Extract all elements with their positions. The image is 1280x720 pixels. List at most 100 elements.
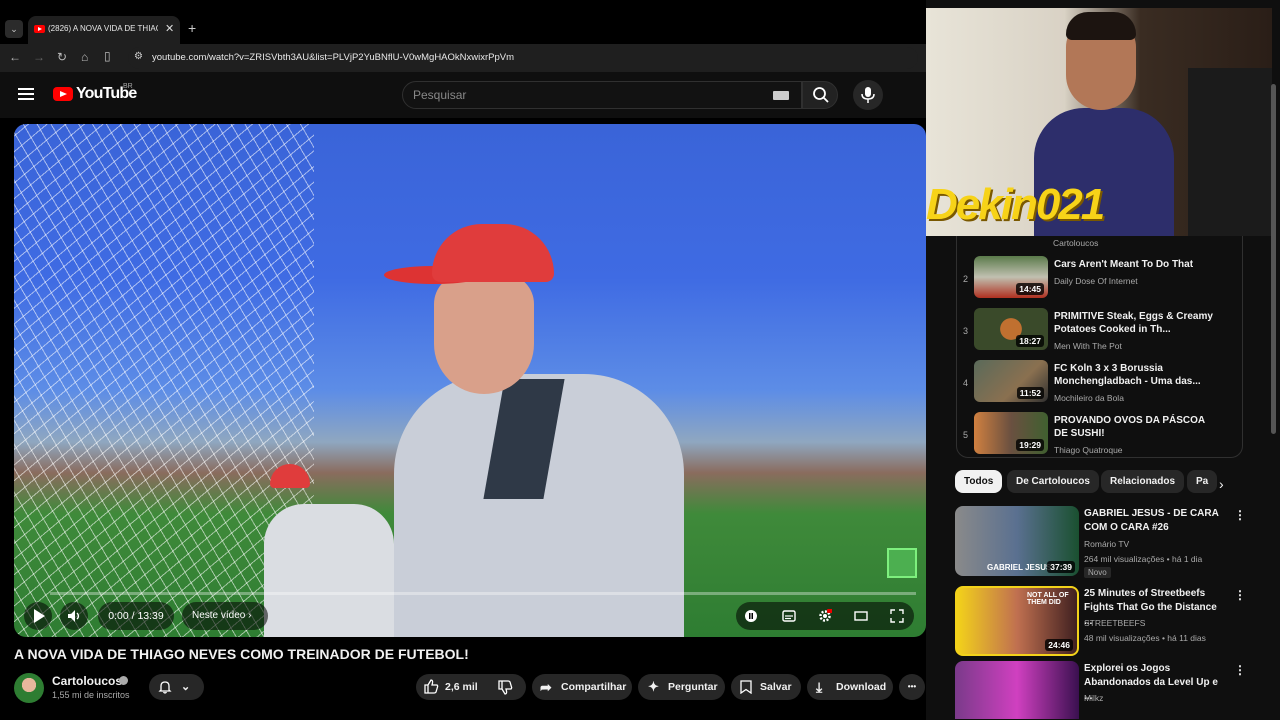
page-scrollbar[interactable] [1271,84,1276,434]
search-input[interactable] [413,86,753,104]
playlist-item-title[interactable]: Cars Aren't Meant To Do That [1054,258,1214,271]
streamer-webcam-overlay: Dekin021 [926,8,1272,236]
playlist-item[interactable]: 3 18:27 PRIMITIVE Steak, Eggs & Creamy P… [957,308,1244,356]
recommendation-channel[interactable]: STREETBEEFS [1084,618,1145,628]
recommendation-item[interactable]: Explorei os Jogos Abandonados da Level U… [955,661,1245,719]
verified-badge-icon [119,676,128,685]
playlist-item[interactable]: 2 14:45 Cars Aren't Meant To Do That Dai… [957,256,1244,304]
playlist-item-index: 5 [963,430,969,440]
keyboard-icon[interactable] [773,91,789,100]
playlist-item-title[interactable]: FC Koln 3 x 3 Borussia Monchengladbach -… [1054,362,1214,388]
chip-relacionados[interactable]: Relacionados [1101,470,1185,493]
playlist-thumbnail[interactable]: 18:27 [974,308,1048,350]
recommendation-thumbnail[interactable]: NOT ALL OF THEM DID 24:46 [955,586,1079,656]
playlist-item-channel: Mochileiro da Bola [1054,393,1124,403]
chapter-button[interactable]: Neste vídeo › [182,602,268,630]
playlist-item-index: 3 [963,326,969,336]
ask-label: Perguntar [668,681,718,693]
notifications-button[interactable]: ⌄ [149,674,204,700]
share-label: Compartilhar [561,681,627,693]
chip-partial[interactable]: Pa [1187,470,1218,493]
chips-next-arrow-icon[interactable]: › [1219,476,1224,492]
volume-button[interactable] [60,602,88,630]
time-display: 0:00 / 13:39 [98,602,174,630]
recommendation-thumbnail[interactable]: GABRIEL JESUS 37:39 [955,506,1079,576]
home-icon[interactable]: ⌂ [81,50,88,64]
subtitles-icon[interactable] [782,609,796,623]
browser-toolbar: ← → ↻ ⌂ ▯ ⚙ youtube.com/watch?v=ZRISVbth… [0,44,926,72]
duration-badge: 18:27 [1016,335,1044,347]
recommendation-channel[interactable]: Milkz [1084,693,1103,703]
chip-de-cartoloucos[interactable]: De Cartoloucos [1007,470,1099,493]
youtube-header: YouTube BR [0,72,926,118]
player-right-controls [736,602,914,630]
microphone-icon [861,87,875,103]
site-info-icon[interactable]: ⚙ [134,51,143,62]
browser-tab[interactable]: (2826) A NOVA VIDA DE THIAGO NEVES ✕ [28,16,180,44]
share-button[interactable]: ➦ Compartilhar [532,674,632,700]
sparkle-icon: ✦ [648,679,659,694]
recommendation-thumbnail[interactable] [955,661,1079,719]
side-panel-icon[interactable]: ▯ [104,49,111,63]
playlist-thumbnail[interactable]: 14:45 [974,256,1048,298]
duration-badge: 37:39 [1047,561,1075,573]
thumbs-down-icon[interactable] [498,680,513,695]
video-player[interactable]: 0:00 / 13:39 Neste vídeo › [14,124,926,637]
like-button[interactable]: 2,6 mil [424,674,490,700]
playlist-item-title[interactable]: PROVANDO OVOS DA PÁSCOA DE SUSHI! [1054,414,1214,440]
address-bar[interactable]: ⚙ youtube.com/watch?v=ZRISVbth3AU&list=P… [128,47,918,69]
download-button[interactable]: ⤓ Download [807,674,893,700]
playlist-thumbnail[interactable]: 11:52 [974,360,1048,402]
chevron-down-icon: ⌄ [181,681,191,693]
fullscreen-icon[interactable] [890,609,904,623]
playlist-item[interactable]: 4 11:52 FC Koln 3 x 3 Borussia Monchengl… [957,360,1244,408]
recommendation-title[interactable]: Explorei os Jogos Abandonados da Level U… [1084,662,1224,704]
autoplay-toggle-icon[interactable] [744,609,758,623]
duration-badge: 24:46 [1045,639,1073,651]
new-tab-button[interactable]: + [188,20,196,36]
reload-icon[interactable]: ↻ [57,50,67,64]
new-badge: Novo [1084,567,1111,578]
playlist-thumbnail[interactable]: 19:29 [974,412,1048,454]
streamer-logo: Dekin021 [926,180,1105,229]
recommendation-item[interactable]: NOT ALL OF THEM DID 24:46 25 Minutes of … [955,586,1246,658]
playlist-item-channel: Cartoloucos [1053,238,1099,248]
thumbnail-text: GABRIEL JESUS [987,563,1052,572]
more-options-icon[interactable]: ⋮ [1234,663,1245,677]
voice-search-button[interactable] [853,80,883,110]
youtube-logo-icon[interactable] [53,87,73,101]
more-options-icon[interactable]: ⋮ [1234,508,1246,522]
search-box [402,81,802,109]
play-button[interactable] [24,602,52,630]
recommendation-title[interactable]: GABRIEL JESUS - DE CARA COM O CARA #26 [1084,507,1224,535]
playlist-item[interactable]: 5 19:29 PROVANDO OVOS DA PÁSCOA DE SUSHI… [957,412,1244,460]
forward-arrow-icon[interactable]: → [33,50,45,64]
progress-bar[interactable] [50,592,916,595]
recommendation-item[interactable]: GABRIEL JESUS 37:39 GABRIEL JESUS - DE C… [955,506,1246,578]
duration-badge: 14:45 [1016,283,1044,295]
more-actions-button[interactable]: ••• [899,674,925,700]
channel-watermark[interactable] [887,548,917,578]
chapter-label: Neste vídeo [192,610,246,621]
playlist-panel: Cartoloucos 2 14:45 Cars Aren't Meant To… [956,236,1243,458]
thumbs-up-icon [424,679,439,694]
back-arrow-icon[interactable]: ← [9,50,21,64]
playlist-item-title[interactable]: PRIMITIVE Steak, Eggs & Creamy Potatoes … [1054,310,1214,336]
ask-button[interactable]: ✦ Perguntar [638,674,725,700]
channel-name[interactable]: Cartoloucos [52,674,122,688]
chip-todos[interactable]: Todos [955,470,1003,493]
save-button[interactable]: Salvar [731,674,801,700]
menu-icon[interactable] [18,88,34,100]
like-dislike-group: 2,6 mil [416,674,526,700]
channel-avatar[interactable] [14,673,44,703]
tab-list-chevron-icon[interactable]: ⌄ [5,20,23,38]
settings-gear-icon[interactable] [818,609,832,623]
theater-mode-icon[interactable] [854,609,868,623]
search-button[interactable] [802,81,838,109]
save-label: Salvar [760,681,792,693]
share-icon: ➦ [540,679,552,695]
recommendation-channel[interactable]: Romário TV [1084,539,1129,549]
coach-figure [384,224,714,637]
more-options-icon[interactable]: ⋮ [1234,588,1246,602]
tab-close-icon[interactable]: ✕ [165,22,174,35]
